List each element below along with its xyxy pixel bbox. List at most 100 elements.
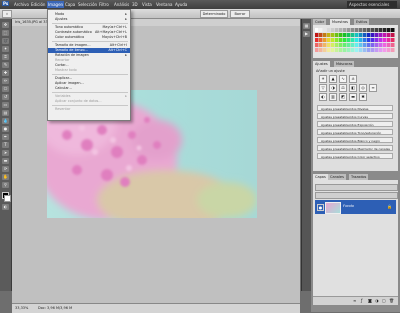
preset-row[interactable]: Ajustes preestablecidos Blanco y negro <box>317 137 393 143</box>
color-swatch[interactable] <box>323 33 327 37</box>
quick-mask-icon[interactable]: ◐ <box>2 204 9 210</box>
color-balance-icon[interactable]: ⚖ <box>339 84 347 92</box>
move-tool-icon[interactable]: ✥ <box>2 22 9 28</box>
color-swatch[interactable] <box>347 48 351 52</box>
color-swatch[interactable] <box>379 48 383 52</box>
color-swatch[interactable] <box>347 28 351 32</box>
crop-icon[interactable]: ⌗ <box>2 54 9 60</box>
hue-saturation-icon[interactable]: ◑ <box>329 84 337 92</box>
color-swatch[interactable] <box>323 43 327 47</box>
color-swatch[interactable] <box>383 38 387 42</box>
color-swatch[interactable] <box>327 48 331 52</box>
color-swatch[interactable] <box>319 43 323 47</box>
color-swatch[interactable] <box>339 33 343 37</box>
preset-row[interactable]: Ajustes preestablecidos Tono/saturación <box>317 129 393 135</box>
link-layers-icon[interactable]: ∞ <box>353 298 356 303</box>
color-swatch[interactable] <box>323 38 327 42</box>
color-swatch[interactable] <box>327 43 331 47</box>
new-fill-icon[interactable]: ◑ <box>375 298 379 303</box>
color-swatch[interactable] <box>359 48 363 52</box>
color-swatch[interactable] <box>371 28 375 32</box>
fx-icon[interactable]: ƒ <box>361 298 362 303</box>
zoom-icon[interactable]: ⚲ <box>2 182 9 188</box>
preset-row[interactable]: Ajustes preestablecidos Exposición <box>317 121 393 127</box>
menu-seleccion[interactable]: Selección <box>78 2 97 7</box>
exposure-icon[interactable]: ± <box>349 75 357 83</box>
lasso-tool-icon[interactable]: ➰ <box>2 38 9 44</box>
posterize-icon[interactable]: ▥ <box>329 93 337 101</box>
color-swatch[interactable] <box>367 48 371 52</box>
color-swatch[interactable] <box>327 33 331 37</box>
gradient-map-icon[interactable]: ▬ <box>349 93 357 101</box>
color-swatch[interactable] <box>355 28 359 32</box>
type-icon[interactable]: T <box>2 142 9 148</box>
color-swatch[interactable] <box>375 33 379 37</box>
selective-color-icon[interactable]: ✱ <box>359 93 367 101</box>
menu-edicion[interactable]: Edición <box>31 2 45 7</box>
color-swatch[interactable] <box>375 38 379 42</box>
color-swatch[interactable] <box>331 38 335 42</box>
color-swatch[interactable] <box>327 38 331 42</box>
color-swatch[interactable] <box>343 43 347 47</box>
color-swatch[interactable] <box>375 43 379 47</box>
color-swatch[interactable] <box>335 48 339 52</box>
menu-analisis[interactable]: Análisis <box>114 2 129 7</box>
color-swatch[interactable] <box>335 33 339 37</box>
color-swatch[interactable] <box>315 33 319 37</box>
new-layer-icon[interactable]: ▢ <box>382 298 386 303</box>
trash-icon[interactable]: 🗑 <box>389 298 394 303</box>
preset-row[interactable]: Ajustes preestablecidos Color selectivo <box>317 153 393 159</box>
color-swatch[interactable] <box>355 38 359 42</box>
color-swatch[interactable] <box>335 38 339 42</box>
color-swatch[interactable] <box>331 48 335 52</box>
path-select-icon[interactable]: ➤ <box>2 150 9 156</box>
color-swatch[interactable] <box>387 38 391 42</box>
color-swatch[interactable] <box>339 43 343 47</box>
color-swatch[interactable] <box>335 43 339 47</box>
color-swatch[interactable] <box>331 43 335 47</box>
preset-row[interactable]: Ajustes preestablecidos Curvas <box>317 113 393 119</box>
brush-icon[interactable]: ✏ <box>2 78 9 84</box>
marquee-tool-icon[interactable]: ⬚ <box>2 30 9 36</box>
color-swatch[interactable] <box>367 33 371 37</box>
color-swatch[interactable] <box>319 48 323 52</box>
color-swatch[interactable] <box>387 43 391 47</box>
color-swatch[interactable] <box>375 48 379 52</box>
color-swatch[interactable] <box>383 48 387 52</box>
color-swatch[interactable] <box>351 38 355 42</box>
blur-icon[interactable]: 💧 <box>2 118 9 124</box>
menu-ayuda[interactable]: Ayuda <box>175 2 187 7</box>
color-swatch[interactable] <box>363 38 367 42</box>
workspace-select[interactable]: Aspectos esenciales <box>347 1 397 8</box>
color-swatch[interactable] <box>359 28 363 32</box>
color-swatch[interactable] <box>343 33 347 37</box>
color-swatch[interactable] <box>375 28 379 32</box>
menu-ventana[interactable]: Ventana <box>156 2 172 7</box>
color-swatch[interactable] <box>359 38 363 42</box>
menu-imagen[interactable]: Imagen <box>47 1 65 8</box>
color-swatch[interactable] <box>343 38 347 42</box>
eyedropper-icon[interactable]: ✎ <box>2 62 9 68</box>
color-swatch[interactable] <box>339 48 343 52</box>
color-swatch[interactable] <box>367 28 371 32</box>
clone-stamp-icon[interactable]: ⎔ <box>2 86 9 92</box>
color-swatch[interactable] <box>335 28 339 32</box>
color-swatch[interactable] <box>319 38 323 42</box>
dodge-icon[interactable]: ● <box>2 126 9 132</box>
menu-filtro[interactable]: Filtro <box>99 2 109 7</box>
layer-row-background[interactable]: ● Fondo 🔒 <box>315 200 396 214</box>
blend-mode-select[interactable] <box>315 184 398 191</box>
color-swatch[interactable] <box>371 43 375 47</box>
color-swatch[interactable] <box>391 43 395 47</box>
color-swatch[interactable] <box>347 38 351 42</box>
invert-icon[interactable]: ◐ <box>319 93 327 101</box>
color-swatch[interactable] <box>331 28 335 32</box>
color-swatch[interactable] <box>351 33 355 37</box>
photo-filter-icon[interactable]: ◎ <box>359 84 367 92</box>
menu-item[interactable]: Calcular... <box>48 86 130 91</box>
menu-3d[interactable]: 3D <box>132 2 138 7</box>
color-swatch[interactable] <box>351 43 355 47</box>
color-swatch[interactable] <box>391 38 395 42</box>
healing-brush-icon[interactable]: ✚ <box>2 70 9 76</box>
color-swatch[interactable] <box>383 43 387 47</box>
